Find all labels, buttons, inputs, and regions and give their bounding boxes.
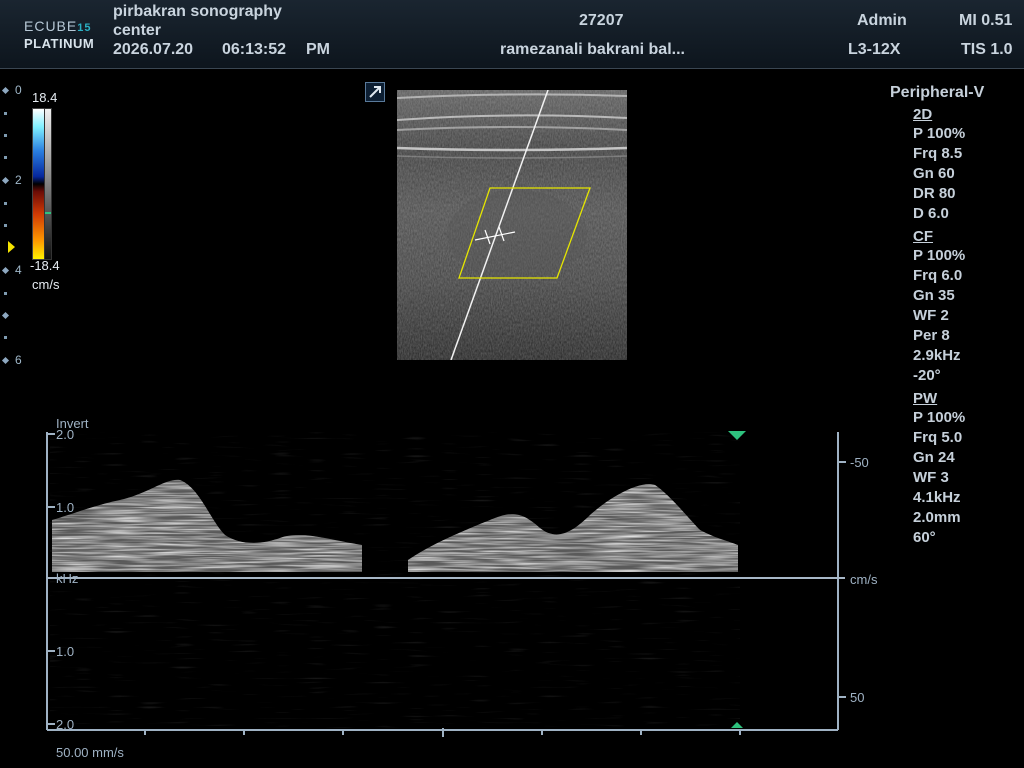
- spectrum-left-unit: kHz: [56, 571, 79, 586]
- spectrum-right-unit: cm/s: [850, 572, 878, 587]
- spectrum-tick-lower: 1.0: [56, 644, 75, 659]
- spectral-background-noise: [50, 432, 740, 728]
- sweep-speed: 50.00 mm/s: [56, 745, 124, 760]
- velocity-tick-top: -50: [850, 455, 869, 470]
- spectrum-tick-top: 2.0: [56, 427, 75, 442]
- spectrum-tick-bottom: 2.0: [56, 717, 75, 732]
- spectral-doppler-display[interactable]: [0, 0, 1024, 768]
- velocity-tick-bottom: 50: [850, 690, 865, 705]
- spectrum-tick-upper: 1.0: [56, 500, 75, 515]
